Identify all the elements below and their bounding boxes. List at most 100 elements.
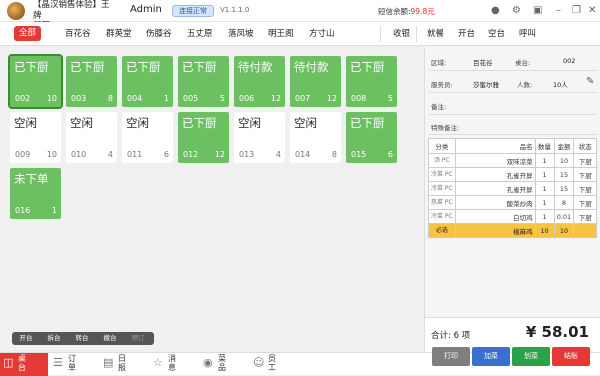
table-tile[interactable]: 已下厨 004 1 <box>122 56 173 107</box>
table-tile[interactable]: 已下厨 008 5 <box>346 56 397 107</box>
item-amount: 0.01 <box>553 209 575 224</box>
column-header: 状态 <box>573 138 597 154</box>
total-amount: ¥ 58.01 <box>525 323 589 341</box>
order-item-row[interactable]: 冷菜 PC 孔雀开屏 1 15 下厨 <box>428 167 597 182</box>
table-tile[interactable]: 待付款 007 12 <box>290 56 341 107</box>
table-tile[interactable]: 空闲 013 4 <box>234 112 285 163</box>
area-tab-all[interactable]: 全部 <box>14 26 42 41</box>
divider <box>429 134 597 135</box>
close-icon[interactable]: ✕ <box>588 5 596 17</box>
order-item-row[interactable]: 冷菜 PC 孔雀开屏 1 15 下厨 <box>428 181 597 196</box>
table-tile[interactable]: 空闲 010 4 <box>66 112 117 163</box>
table-tile[interactable]: 已下厨 005 5 <box>178 56 229 107</box>
call-button[interactable]: 呼叫 <box>519 27 536 41</box>
table-status: 空闲 <box>70 116 93 130</box>
area-tab[interactable]: 五丈原 <box>187 27 213 41</box>
empty-table-button[interactable]: 空台 <box>488 27 505 41</box>
table-seat-count: 12 <box>270 94 281 103</box>
open-table-button[interactable]: 开台 <box>458 27 475 41</box>
item-name: 白切鸡 <box>454 209 536 224</box>
table-seat-count: 1 <box>163 94 169 103</box>
order-item-row[interactable]: 冷菜 PC 白切鸡 1 0.01 下厨 <box>428 209 597 224</box>
nav-item[interactable]: ▤ 日报 <box>100 353 148 376</box>
table-tile[interactable]: 已下厨 003 8 <box>66 56 117 107</box>
mark-dish-button[interactable]: 划菜 <box>512 347 550 366</box>
table-seat-count: 12 <box>214 150 225 159</box>
item-amount: 10 <box>553 223 575 238</box>
area-tab[interactable]: 百花谷 <box>65 27 91 41</box>
waiter-label: 服务员: <box>431 81 453 89</box>
special-note-label: 特殊备注: <box>431 124 460 132</box>
order-table-header: 分类 品名 数量 金额 状态 <box>428 138 597 154</box>
nav-item[interactable]: ◉ 菜品 <box>200 353 248 376</box>
nav-item-label: 菜品 <box>218 354 226 372</box>
table-tile[interactable]: 未下单 016 1 <box>10 168 61 219</box>
area-tab[interactable]: 明王阁 <box>268 27 294 41</box>
bottom-nav: ◫ 桌台 ☰ 订单 ▤ 日报 ☆ 消息 ◉ 菜品 ☺ 员工 <box>0 352 600 376</box>
split-table-action[interactable]: 拆台 <box>40 332 68 345</box>
area-tab[interactable]: 方寸山 <box>309 27 335 41</box>
add-dish-button[interactable]: 加菜 <box>472 347 510 366</box>
user-icon[interactable]: ● <box>491 5 500 17</box>
order-item-row[interactable]: 汤 PC 双味凉菜 1 10 下厨 <box>428 153 597 168</box>
table-seat-count: 10 <box>46 94 57 103</box>
item-status <box>573 223 597 238</box>
order-item-row[interactable]: 必选 椒麻鸡 10 10 <box>428 223 597 238</box>
minimize-icon[interactable]: – <box>556 5 561 17</box>
table-tile[interactable]: 已下厨 012 12 <box>178 112 229 163</box>
table-tile[interactable]: 已下厨 015 6 <box>346 112 397 163</box>
lock-icon[interactable]: ▣ <box>533 5 542 17</box>
nav-item[interactable]: ◫ 桌台 <box>0 353 48 376</box>
order-panel: 区域: 百花谷 桌台: 002 服务员: 莎蜜尔雅 人数: 10人 ✎ 备注: … <box>424 47 600 352</box>
checkout-button[interactable]: 收银 <box>393 27 410 41</box>
maximize-icon[interactable]: ❐ <box>572 5 581 17</box>
table-status: 待付款 <box>294 60 329 74</box>
table-value: 002 <box>563 57 576 65</box>
table-status: 已下厨 <box>350 116 385 130</box>
table-seat-count: 10 <box>46 150 57 159</box>
sms-balance-value: 99.8元 <box>410 7 435 16</box>
table-number: 012 <box>183 150 199 159</box>
item-amount: 8 <box>553 195 575 210</box>
item-name: 孔雀开屏 <box>454 181 536 196</box>
restaurant-logo <box>7 2 25 20</box>
table-number: 014 <box>295 150 311 159</box>
table-status: 已下厨 <box>350 60 385 74</box>
item-status: 下厨 <box>573 195 597 210</box>
table-seat-count: 6 <box>163 150 169 159</box>
nav-item[interactable]: ☰ 订单 <box>50 353 98 376</box>
withdraw-table-action[interactable]: 撤台 <box>96 332 124 345</box>
area-tab[interactable]: 落凤坡 <box>228 27 254 41</box>
area-label: 区域: <box>431 59 447 67</box>
user-name: Admin <box>130 4 162 15</box>
dine-button[interactable]: 就餐 <box>427 27 444 41</box>
table-number: 004 <box>127 94 143 103</box>
table-status: 未下单 <box>14 172 49 186</box>
nav-item[interactable]: ☆ 消息 <box>150 353 198 376</box>
area-tab[interactable]: 伤膝谷 <box>146 27 172 41</box>
item-qty: 1 <box>534 153 555 168</box>
area-tab[interactable]: 群英堂 <box>106 27 132 41</box>
table-status: 空闲 <box>238 116 261 130</box>
settle-button[interactable]: 结账 <box>552 347 590 366</box>
table-tile[interactable]: 空闲 011 6 <box>122 112 173 163</box>
table-tile[interactable]: 待付款 006 12 <box>234 56 285 107</box>
open-table-action[interactable]: 开台 <box>12 332 40 345</box>
nav-item-label: 订单 <box>68 354 76 372</box>
table-tile[interactable]: 空闲 014 8 <box>290 112 341 163</box>
print-button[interactable]: 打印 <box>432 347 470 366</box>
note-label: 备注: <box>431 103 447 111</box>
table-tile[interactable]: 空闲 009 10 <box>10 112 61 163</box>
nav-item[interactable]: ☺ 员工 <box>250 353 298 376</box>
gear-icon[interactable]: ⚙ <box>512 5 521 17</box>
table-tile[interactable]: 已下厨 002 10 <box>8 54 63 109</box>
table-number: 010 <box>71 150 87 159</box>
area-value: 百花谷 <box>473 59 493 67</box>
order-item-row[interactable]: 热菜 PC 酸菜炒肉 1 8 下厨 <box>428 195 597 210</box>
table-status: 空闲 <box>126 116 149 130</box>
edit-icon[interactable]: ✎ <box>586 76 594 87</box>
report-icon: ▤ <box>103 356 114 369</box>
reserve-table-action[interactable]: 预订 <box>124 332 152 345</box>
transfer-table-action[interactable]: 转台 <box>68 332 96 345</box>
table-label: 桌台: <box>515 59 531 67</box>
